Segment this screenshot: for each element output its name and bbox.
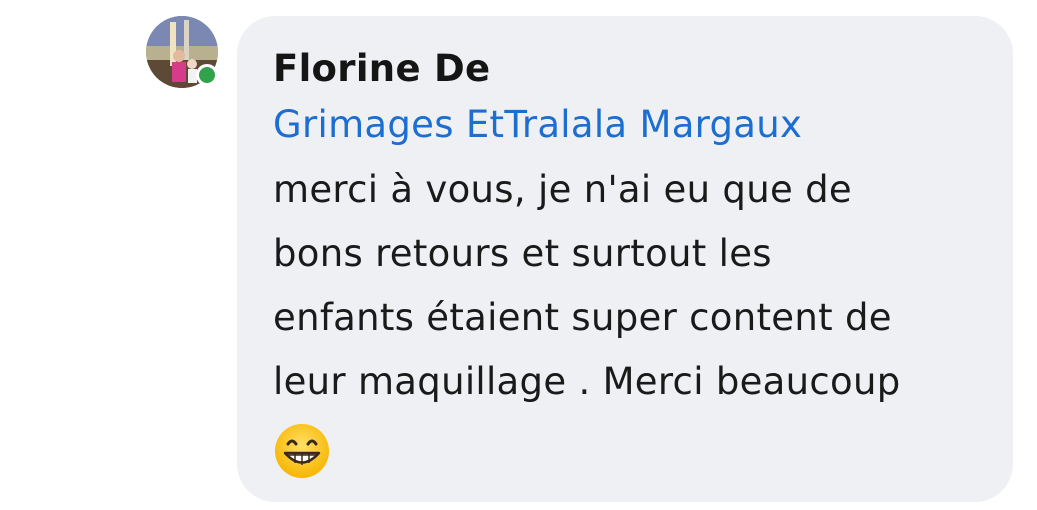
mentioned-user-link[interactable]: Grimages EtTralala Margaux xyxy=(273,102,979,148)
comment-message-line: merci à vous, je n'ai eu que de xyxy=(273,168,852,211)
grinning-face-emoji-icon xyxy=(273,422,331,480)
comment-bubble: Florine De Grimages EtTralala Margaux me… xyxy=(237,16,1013,502)
comment-thread: Florine De Grimages EtTralala Margaux me… xyxy=(0,0,1037,510)
comment-message: merci à vous, je n'ai eu que de bons ret… xyxy=(273,158,979,414)
online-status-indicator xyxy=(196,64,218,86)
comment-message-line: bons retours et surtout les xyxy=(273,232,772,275)
comment-author-name[interactable]: Florine De xyxy=(273,46,979,92)
author-avatar-container[interactable] xyxy=(146,16,220,90)
comment-message-line: leur maquillage . Merci beaucoup xyxy=(273,360,901,403)
comment-message-line: enfants étaient super content de xyxy=(273,296,892,339)
